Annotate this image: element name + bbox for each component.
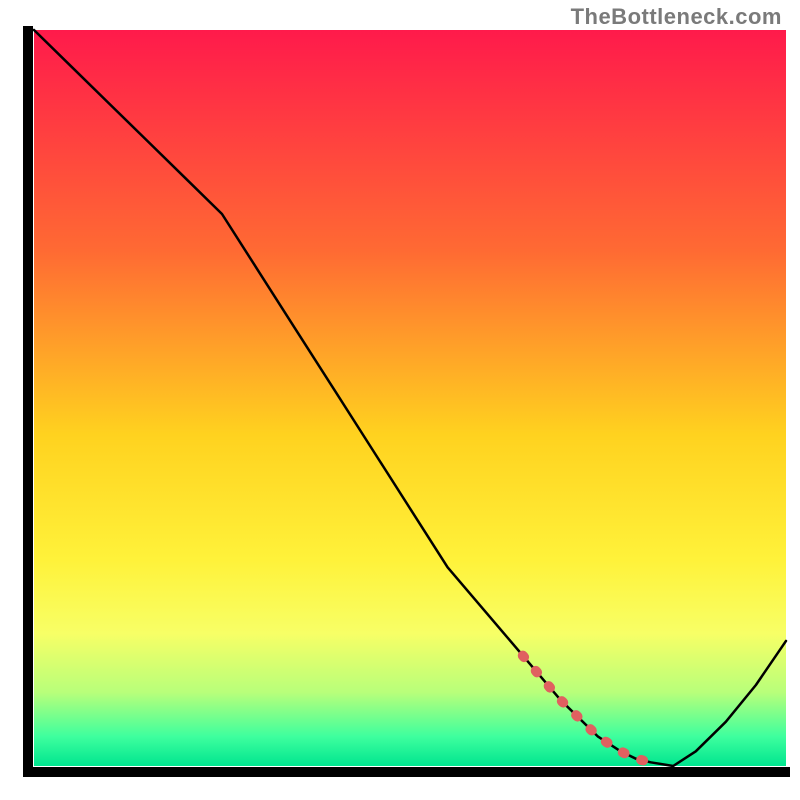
watermark-text: TheBottleneck.com xyxy=(571,4,782,30)
chart-container: { "watermark": "TheBottleneck.com", "cha… xyxy=(0,0,800,800)
bottleneck-chart xyxy=(0,0,800,800)
